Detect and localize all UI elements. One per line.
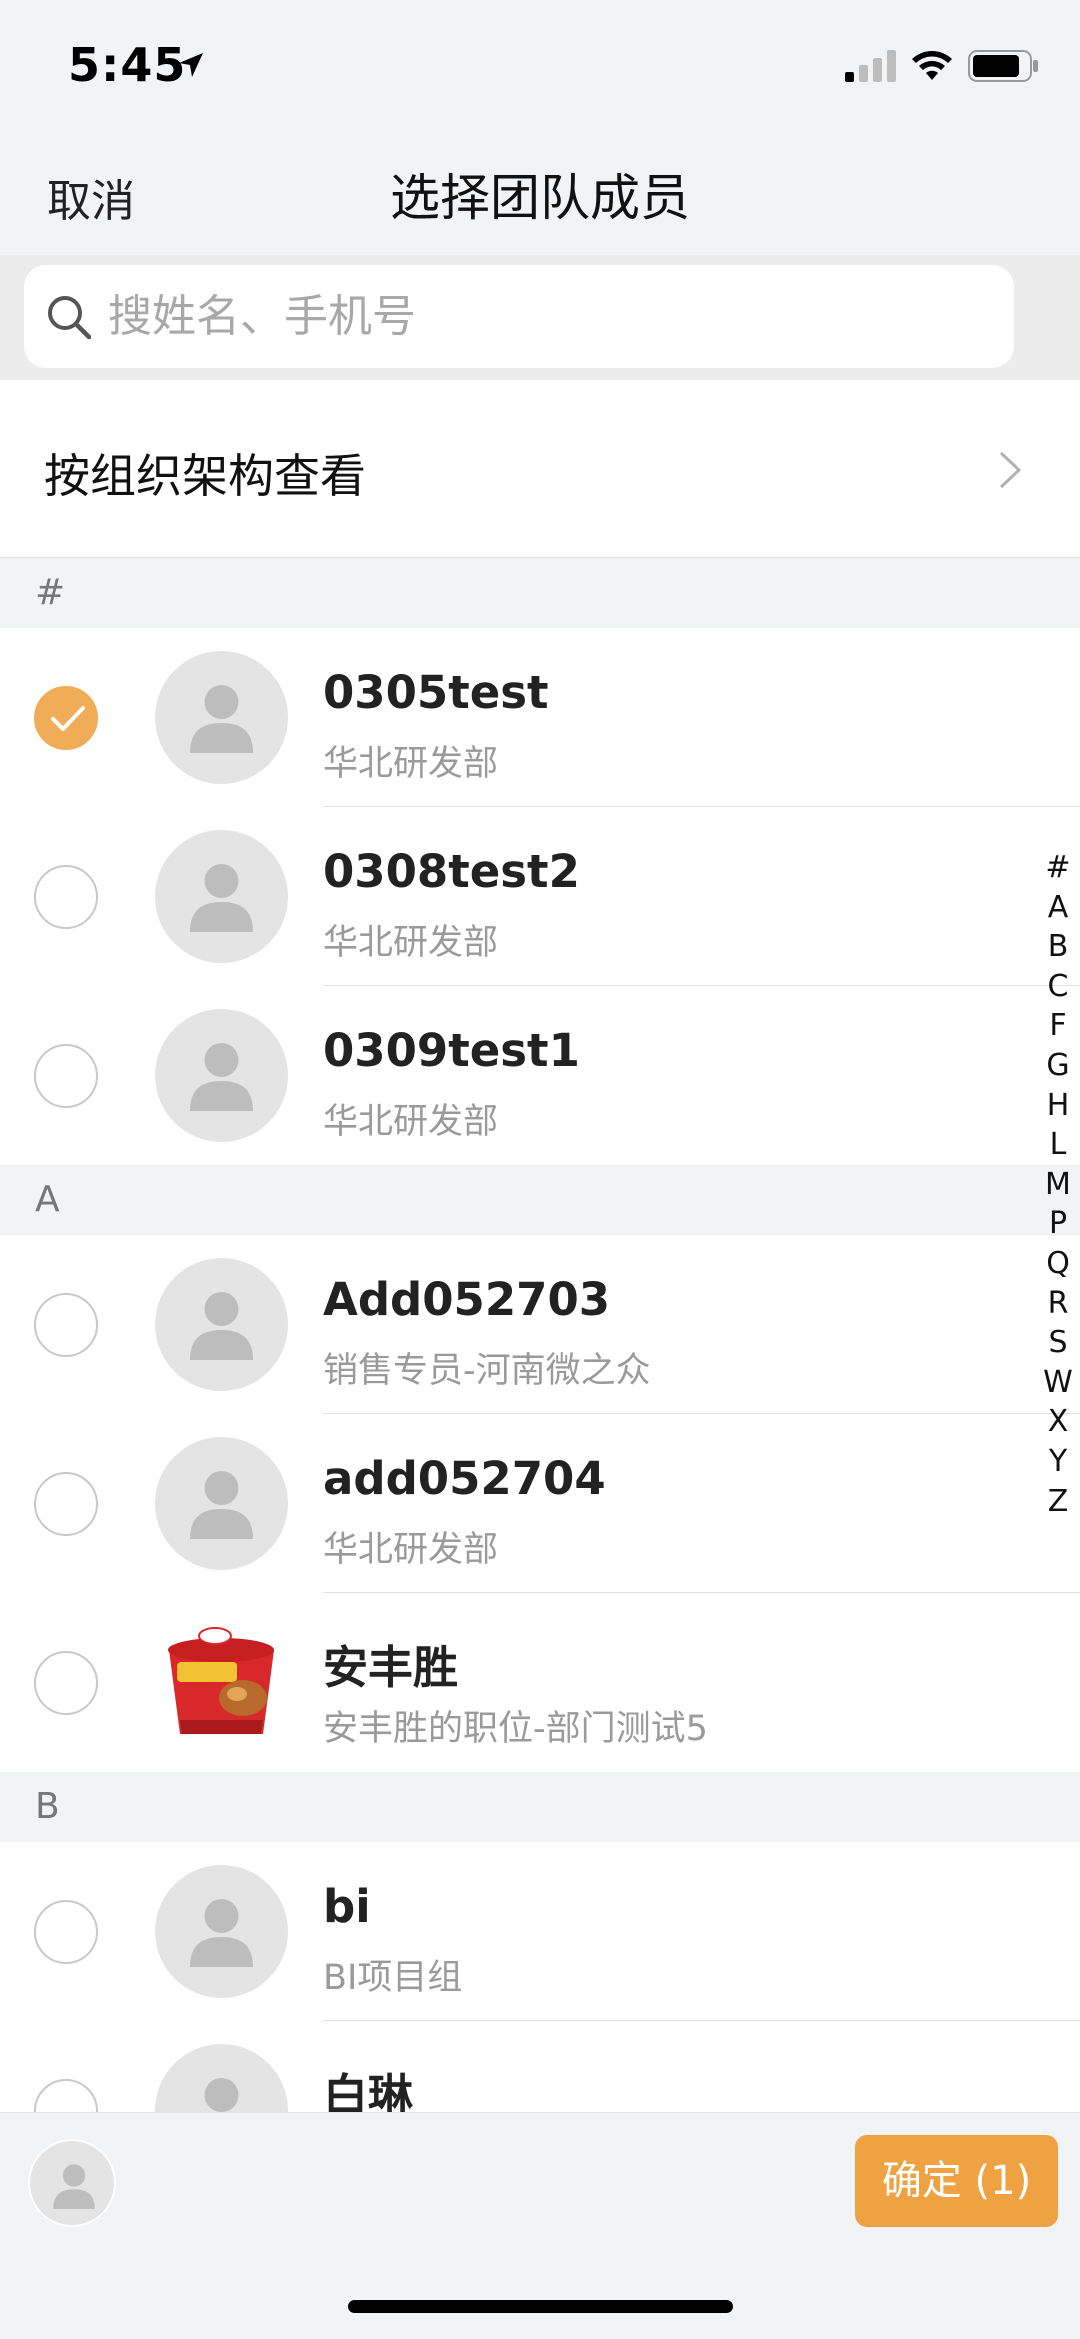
index-letter[interactable]: H bbox=[1042, 1086, 1074, 1126]
list-item[interactable]: 0305test 华北研发部 bbox=[0, 628, 1080, 807]
index-letter[interactable]: W bbox=[1042, 1363, 1074, 1403]
default-person-icon bbox=[190, 1043, 253, 1111]
org-structure-row[interactable]: 按组织架构查看 bbox=[0, 380, 1080, 558]
radio-unchecked[interactable] bbox=[34, 1293, 98, 1357]
chevron-right-icon bbox=[998, 450, 1022, 494]
contact-name: 安丰胜 bbox=[323, 1641, 459, 1694]
avatar bbox=[155, 1437, 288, 1570]
alphabet-index[interactable]: # A B C F G H L M P Q R S W X Y Z bbox=[1042, 848, 1074, 1521]
index-letter[interactable]: Q bbox=[1042, 1244, 1074, 1284]
default-person-icon bbox=[190, 864, 253, 932]
section-header: B bbox=[0, 1772, 1080, 1842]
list-item[interactable]: 0308test2 华北研发部 bbox=[0, 807, 1080, 986]
location-arrow-icon bbox=[176, 50, 206, 84]
contact-dept: 安丰胜的职位-部门测试5 bbox=[323, 1709, 708, 1749]
contact-dept: 销售专员-河南微之众 bbox=[323, 1351, 651, 1391]
list-item[interactable]: 安丰胜 安丰胜的职位-部门测试5 bbox=[0, 1593, 1080, 1772]
page-title: 选择团队成员 bbox=[390, 169, 690, 227]
contact-name: add052704 bbox=[323, 1452, 606, 1505]
search-box[interactable] bbox=[24, 265, 1014, 368]
contact-name: bi bbox=[323, 1880, 371, 1933]
contact-dept: 华北研发部 bbox=[323, 744, 499, 784]
radio-unchecked[interactable] bbox=[34, 1651, 98, 1715]
contact-dept: BI项目组 bbox=[323, 1958, 463, 1998]
index-letter[interactable]: S bbox=[1042, 1323, 1074, 1363]
wifi-icon bbox=[910, 46, 954, 86]
contact-dept: 华北研发部 bbox=[323, 1102, 499, 1142]
radio-unchecked[interactable] bbox=[34, 1472, 98, 1536]
index-letter[interactable]: P bbox=[1042, 1204, 1074, 1244]
list-item[interactable]: Add052703 销售专员-河南微之众 bbox=[0, 1235, 1080, 1414]
avatar bbox=[155, 1009, 288, 1142]
radio-unchecked[interactable] bbox=[34, 1044, 98, 1108]
avatar bbox=[155, 830, 288, 963]
index-letter[interactable]: X bbox=[1042, 1402, 1074, 1442]
status-bar: 5:45 bbox=[0, 0, 1080, 130]
default-person-icon bbox=[53, 2164, 95, 2209]
default-person-icon bbox=[190, 685, 253, 753]
selected-member-avatar[interactable] bbox=[28, 2139, 116, 2227]
avatar bbox=[155, 1865, 288, 1998]
index-letter[interactable]: F bbox=[1042, 1006, 1074, 1046]
confirm-button[interactable]: 确定 (1) bbox=[855, 2135, 1058, 2227]
search-bar bbox=[0, 255, 1080, 380]
default-person-icon bbox=[190, 1471, 253, 1539]
contact-name: Add052703 bbox=[323, 1273, 611, 1326]
contact-dept: 华北研发部 bbox=[323, 923, 499, 963]
avatar bbox=[155, 1258, 288, 1391]
index-letter[interactable]: Z bbox=[1042, 1482, 1074, 1522]
index-letter[interactable]: M bbox=[1042, 1165, 1074, 1205]
section-header: # bbox=[0, 558, 1080, 628]
radio-checked[interactable] bbox=[34, 686, 98, 750]
cellular-signal-icon bbox=[845, 50, 897, 86]
avatar-photo bbox=[155, 1616, 288, 1749]
avatar bbox=[155, 651, 288, 784]
contact-dept: 华北研发部 bbox=[323, 1530, 499, 1570]
search-icon bbox=[44, 292, 94, 346]
search-input[interactable] bbox=[108, 265, 988, 368]
status-time: 5:45 bbox=[68, 38, 187, 92]
contact-name: 0309test1 bbox=[323, 1024, 580, 1077]
index-letter[interactable]: C bbox=[1042, 967, 1074, 1007]
default-person-icon bbox=[190, 1899, 253, 1967]
contact-list: # 0305test 华北研发部 0308test2 华北研发部 0309tes… bbox=[0, 558, 1080, 2200]
index-letter[interactable]: B bbox=[1042, 927, 1074, 967]
index-letter[interactable]: A bbox=[1042, 888, 1074, 928]
contact-name: 0305test bbox=[323, 666, 549, 719]
list-item[interactable]: bi BI项目组 bbox=[0, 1842, 1080, 2021]
index-letter[interactable]: # bbox=[1042, 848, 1074, 888]
section-header: A bbox=[0, 1165, 1080, 1235]
battery-icon bbox=[968, 50, 1040, 86]
noodle-bowl-photo bbox=[155, 1616, 288, 1749]
list-item[interactable]: 0309test1 华北研发部 bbox=[0, 986, 1080, 1165]
default-person-icon bbox=[190, 1292, 253, 1360]
list-item[interactable]: add052704 华北研发部 bbox=[0, 1414, 1080, 1593]
radio-unchecked[interactable] bbox=[34, 1900, 98, 1964]
nav-bar: 取消 选择团队成员 bbox=[0, 130, 1080, 255]
index-letter[interactable]: Y bbox=[1042, 1442, 1074, 1482]
index-letter[interactable]: G bbox=[1042, 1046, 1074, 1086]
org-structure-label: 按组织架构查看 bbox=[44, 449, 366, 503]
index-letter[interactable]: L bbox=[1042, 1125, 1074, 1165]
home-indicator bbox=[348, 2300, 733, 2313]
radio-unchecked[interactable] bbox=[34, 865, 98, 929]
index-letter[interactable]: R bbox=[1042, 1284, 1074, 1324]
contact-name: 0308test2 bbox=[323, 845, 580, 898]
